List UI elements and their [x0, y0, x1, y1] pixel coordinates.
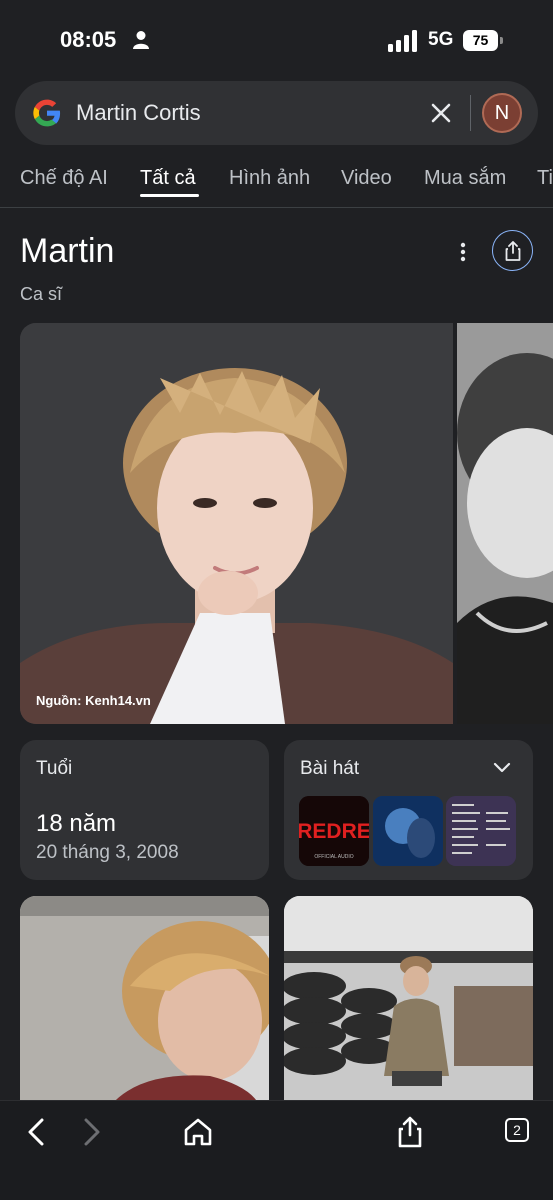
- entity-subtitle: Ca sĩ: [20, 284, 63, 304]
- song-thumbnail[interactable]: [446, 796, 516, 866]
- back-arrow-icon[interactable]: [20, 1115, 56, 1149]
- signal-icon: [388, 30, 417, 52]
- divider: [470, 95, 471, 131]
- tab-shopping[interactable]: Mua sắm: [424, 167, 506, 190]
- album-art: [446, 796, 516, 866]
- songs-label: Bài hát: [300, 758, 360, 779]
- age-card[interactable]: Tuổi 18 năm 20 tháng 3, 2008: [20, 740, 269, 880]
- tab-more[interactable]: Ti: [537, 167, 553, 190]
- person-icon: [133, 31, 149, 49]
- battery-icon: 75: [463, 30, 503, 52]
- album-art-caption: OFFICIAL AUDIO: [314, 854, 353, 860]
- entity-image-main[interactable]: Nguồn: Kenh14.vn: [20, 323, 453, 724]
- photo: [284, 896, 533, 1106]
- search-input[interactable]: Martin Cortis: [76, 100, 201, 126]
- share-icon[interactable]: [392, 1115, 428, 1149]
- browser-toolbar: 2: [0, 1100, 553, 1200]
- tab-ai-mode[interactable]: Chế độ AI: [20, 167, 108, 190]
- search-bar[interactable]: Martin Cortis N: [15, 81, 538, 145]
- tab-all[interactable]: Tất cả: [140, 167, 196, 190]
- album-art: REDRE OFFICIAL AUDIO: [299, 796, 369, 866]
- share-icon: [505, 241, 521, 261]
- entity-image-secondary[interactable]: [457, 323, 553, 724]
- album-art-title: REDRE: [299, 820, 369, 843]
- forward-arrow-icon[interactable]: [74, 1115, 110, 1149]
- google-logo-icon: [33, 99, 61, 127]
- chevron-down-icon[interactable]: [492, 760, 512, 774]
- image-result[interactable]: [20, 896, 269, 1106]
- home-icon[interactable]: [180, 1115, 216, 1149]
- entity-title: Martin: [20, 232, 115, 270]
- active-tab-indicator: [140, 194, 199, 197]
- network-label: 5G: [428, 29, 454, 50]
- status-time: 08:05: [60, 27, 117, 52]
- more-options-icon[interactable]: [455, 240, 471, 264]
- battery-level: 75: [463, 30, 498, 51]
- search-tabs: Chế độ AI Tất cả Hình ảnh Video Mua sắm …: [0, 150, 553, 208]
- bw-portrait-photo: [457, 323, 553, 724]
- age-label: Tuổi: [36, 758, 73, 779]
- tab-video[interactable]: Video: [341, 167, 392, 190]
- close-icon[interactable]: [428, 100, 454, 126]
- song-thumbnail[interactable]: [373, 796, 443, 866]
- share-button[interactable]: [492, 230, 533, 271]
- tab-images[interactable]: Hình ảnh: [229, 167, 310, 190]
- avatar[interactable]: N: [482, 93, 522, 133]
- birth-date: 20 tháng 3, 2008: [36, 842, 179, 863]
- tab-switcher-button[interactable]: 2: [505, 1118, 529, 1142]
- status-bar: 08:05 5G 75: [0, 0, 553, 80]
- song-thumbnail[interactable]: REDRE OFFICIAL AUDIO: [299, 796, 369, 866]
- songs-card[interactable]: Bài hát REDRE OFFICIAL AUDIO: [284, 740, 533, 880]
- image-source-label: Nguồn: Kenh14.vn: [36, 693, 151, 708]
- photo: [20, 896, 269, 1106]
- image-result[interactable]: [284, 896, 533, 1106]
- age-value: 18 năm: [36, 810, 117, 837]
- portrait-photo: [20, 323, 453, 724]
- album-art: [373, 796, 443, 866]
